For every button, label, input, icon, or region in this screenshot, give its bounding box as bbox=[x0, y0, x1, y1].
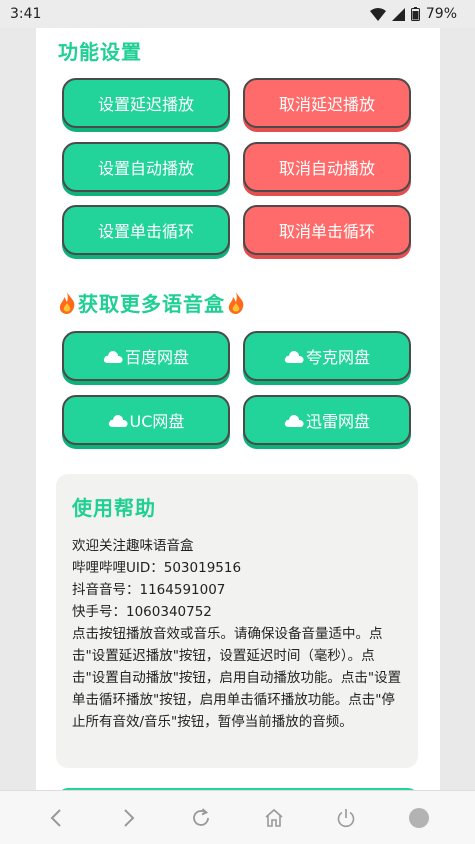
signal-icon bbox=[391, 7, 405, 21]
help-line: 快手号：1060340752 bbox=[72, 604, 212, 620]
cancel-delay-button[interactable]: 取消延迟播放 bbox=[243, 78, 411, 128]
baidu-pan-label: 百度网盘 bbox=[124, 348, 189, 367]
help-text: 欢迎关注趣味语音盒 哔哩哔哩UID：503019516 抖音音号：1164591… bbox=[72, 535, 402, 733]
more-title-row: 获取更多语音盒 bbox=[58, 288, 245, 317]
power-icon bbox=[337, 808, 355, 827]
help-title: 使用帮助 bbox=[72, 496, 156, 520]
set-loop-button[interactable]: 设置单击循环 bbox=[62, 205, 230, 255]
xunlei-pan-label: 迅雷网盘 bbox=[305, 412, 370, 431]
baidu-pan-button[interactable]: 百度网盘 bbox=[62, 331, 230, 381]
reload-icon bbox=[193, 807, 210, 826]
home-button[interactable] bbox=[256, 800, 292, 836]
battery-icon bbox=[410, 7, 420, 21]
fire-icon bbox=[59, 291, 75, 314]
uc-pan-label: UC网盘 bbox=[129, 412, 185, 431]
uc-pan-button[interactable]: UC网盘 bbox=[62, 395, 230, 445]
cancel-auto-button[interactable]: 取消自动播放 bbox=[243, 142, 411, 192]
fire-icon bbox=[228, 291, 244, 314]
back-icon bbox=[50, 808, 61, 827]
xunlei-pan-button[interactable]: 迅雷网盘 bbox=[243, 395, 411, 445]
status-bar: 3:41 79% bbox=[0, 0, 475, 28]
status-indicators: 79% bbox=[369, 6, 457, 22]
settings-title: 功能设置 bbox=[58, 40, 142, 64]
reload-button[interactable] bbox=[183, 800, 219, 836]
set-auto-button[interactable]: 设置自动播放 bbox=[62, 142, 230, 192]
help-panel: 使用帮助 欢迎关注趣味语音盒 哔哩哔哩UID：503019516 抖音音号：11… bbox=[56, 474, 418, 768]
set-delay-button[interactable]: 设置延迟播放 bbox=[62, 78, 230, 128]
cancel-loop-button[interactable]: 取消单击循环 bbox=[243, 205, 411, 255]
main-card: 功能设置 设置延迟播放 取消延迟播放 设置自动播放 取消自动播放 设置单击循环 … bbox=[36, 28, 440, 790]
help-line: 欢迎关注趣味语音盒 bbox=[72, 538, 194, 554]
quark-pan-label: 夸克网盘 bbox=[305, 348, 370, 367]
forward-button[interactable] bbox=[111, 800, 147, 836]
home-icon bbox=[265, 808, 283, 827]
battery-level: 79% bbox=[425, 6, 457, 22]
wifi-icon bbox=[369, 7, 386, 21]
browser-nav-bar bbox=[0, 790, 475, 844]
help-line: 哔哩哔哩UID：503019516 bbox=[72, 560, 242, 576]
back-button[interactable] bbox=[38, 800, 74, 836]
quark-pan-button[interactable]: 夸克网盘 bbox=[243, 331, 411, 381]
forward-icon bbox=[124, 808, 135, 827]
menu-button[interactable] bbox=[401, 800, 437, 836]
more-title: 获取更多语音盒 bbox=[78, 292, 225, 316]
circle-icon bbox=[408, 807, 429, 828]
help-line: 抖音音号：1164591007 bbox=[72, 582, 226, 598]
cloud-icon bbox=[108, 415, 128, 427]
cloud-icon bbox=[103, 351, 123, 363]
power-button[interactable] bbox=[328, 800, 364, 836]
status-time: 3:41 bbox=[10, 6, 42, 22]
help-line: 点击按钮播放音效或音乐。请确保设备音量适中。点击"设置延迟播放"按钮，设置延迟时… bbox=[72, 626, 402, 730]
cloud-icon bbox=[284, 415, 304, 427]
cloud-icon bbox=[284, 351, 304, 363]
